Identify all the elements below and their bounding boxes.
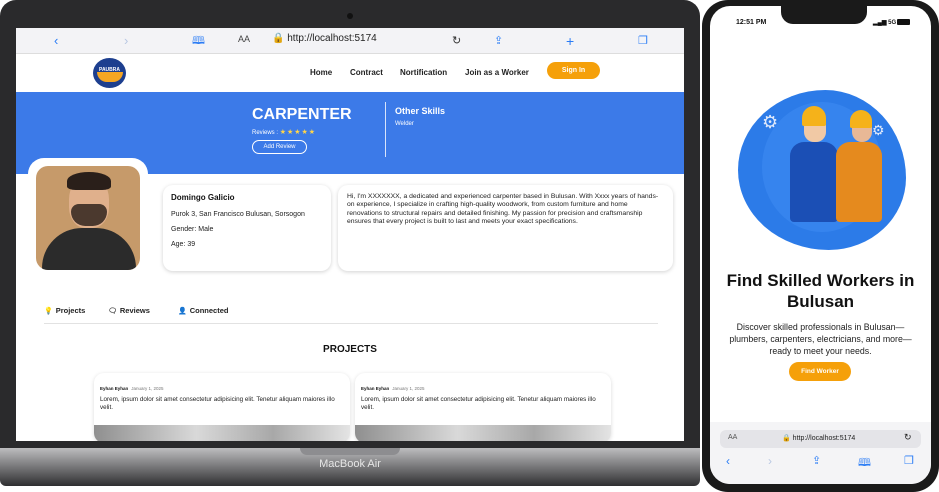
phone-url-text: http://localhost:5174 [792,435,856,442]
reload-icon[interactable]: ↻ [452,32,461,50]
address-bar[interactable]: 🔒 http://localhost:5174 [272,33,377,44]
banner-divider [385,102,386,157]
project-author-line: Eyhan Eyhan January 1, 2025 [100,386,164,391]
nav-join-worker[interactable]: Join as a Worker [465,68,529,77]
project-author-line: Eyhan Eyhan January 1, 2025 [361,386,425,391]
reload-icon[interactable]: ↻ [904,432,912,443]
logo-swoosh [97,72,123,82]
bookmarks-icon[interactable]: 🕮 [858,454,871,473]
phone-url: 🔒 http://localhost:5174 [782,435,856,442]
project-author: Eyhan Eyhan [100,386,129,391]
projects-heading: PROJECTS [323,344,377,355]
photo-beard [71,204,107,226]
url-text: http://localhost:5174 [287,33,377,44]
project-card[interactable]: Eyhan Eyhan January 1, 2025 Lorem, ipsum … [355,373,611,441]
tab-connected-label: Connected [189,306,229,315]
worker-gender: Gender: Male [171,226,214,233]
camera [347,13,353,19]
back-icon[interactable]: ‹ [726,454,730,468]
forward-icon[interactable]: › [768,454,772,468]
tab-projects[interactable]: 💡 Projects [44,306,85,315]
nav-home[interactable]: Home [310,68,332,77]
laptop-lid: ‹ › 🕮 AA 🔒 http://localhost:5174 ↻ ⇪ + ❐… [0,0,700,448]
text-size-button[interactable]: AA [728,434,737,441]
phone-screen: 12:51 PM ▂▄▆ 5G ⚙ ⚙ Find Skilled Workers… [710,6,931,484]
text-size-button[interactable]: AA [238,34,250,44]
chat-icon: 🗨 [108,308,117,315]
nav-notification[interactable]: Nortification [400,68,447,77]
worker-name: Domingo Galicio [171,193,235,202]
hard-hat-icon [802,106,826,126]
trade-title: CARPENTER [252,106,352,123]
worker-bio: Hi, I'm XXXXXXX, a dedicated and experie… [347,193,659,226]
device-mockup: ‹ › 🕮 AA 🔒 http://localhost:5174 ↻ ⇪ + ❐… [0,0,939,492]
project-card[interactable]: Eyhan Eyhan January 1, 2025 Lorem, ipsum … [94,373,350,441]
project-author: Eyhan Eyhan [361,386,390,391]
reviews-label: Reviews : [252,130,279,136]
star-rating-icon: ★★★★★ [279,129,317,136]
phone-browser-bar: AA 🔒 http://localhost:5174 ↻ ‹ › ⇪ 🕮 ❐ [710,422,931,484]
sign-in-button[interactable]: Sign In [547,62,600,79]
worker-age: Age: 39 [171,241,196,248]
gear-icon: ⚙ [762,112,779,132]
tab-connected[interactable]: 👤 Connected [178,306,228,315]
browser-toolbar: ‹ › 🕮 AA 🔒 http://localhost:5174 ↻ ⇪ + ❐ [16,28,684,54]
project-description: Lorem, ipsum dolor sit amet consectetur … [361,396,596,411]
photo-hair [67,172,111,190]
gear-icon: ⚙ [872,122,885,138]
nav-contract[interactable]: Contract [350,68,383,77]
back-icon[interactable]: ‹ [54,32,58,50]
profile-tabs: 💡 Projects 🗨 Reviews 👤 Connected [44,304,658,324]
forward-icon[interactable]: › [124,32,128,50]
other-skills-title: Other Skills [395,106,446,116]
network-type: 5G [888,20,897,26]
project-date: January 1, 2025 [131,386,164,391]
find-worker-button[interactable]: Find Worker [789,362,851,381]
worker-address: Purok 3, San Francisco Bulusan, Sorsogon [171,211,305,218]
tab-projects-label: Projects [55,306,86,315]
projects-icon: 💡 [44,308,53,315]
bio-card: Hi, I'm XXXXXXX, a dedicated and experie… [338,185,673,271]
hard-hat-icon [850,110,872,128]
site-logo[interactable]: PAUBRA [93,58,126,88]
hero-description: Discover skilled professionals in Bulusa… [729,322,912,356]
site-navbar: PAUBRA Home Contract Nortification Join … [16,54,684,92]
tabs-icon[interactable]: ❐ [638,32,648,50]
hero-heading: Find Skilled Workers in Bulusan [726,271,915,311]
reviews-rating: Reviews : ★★★★★ [252,128,316,136]
photo-shirt [42,228,136,270]
other-skill-item: Welder [395,121,414,127]
bookmarks-icon[interactable]: 🕮 [192,32,205,50]
profile-photo [36,166,140,270]
share-icon[interactable]: ⇪ [494,32,503,50]
battery-icon [897,19,910,25]
worker-figure-body [790,142,838,222]
share-icon[interactable]: ⇪ [812,454,821,467]
laptop-screen: ‹ › 🕮 AA 🔒 http://localhost:5174 ↻ ⇪ + ❐… [16,28,684,441]
tabs-icon[interactable]: ❐ [904,454,914,467]
tab-reviews[interactable]: 🗨 Reviews [108,306,150,315]
profile-info-card: Domingo Galicio Purok 3, San Francisco B… [163,185,331,271]
project-image [94,425,350,441]
signal-icon: ▂▄▆ 5G [873,20,897,26]
profile-photo-frame [28,158,148,278]
status-time: 12:51 PM [736,19,767,26]
tab-reviews-label: Reviews [119,306,150,315]
phone-address-bar[interactable]: AA 🔒 http://localhost:5174 ↻ [720,430,921,448]
phone-frame: 12:51 PM ▂▄▆ 5G ⚙ ⚙ Find Skilled Workers… [702,0,939,492]
worker-figure-body [836,142,882,222]
project-image [355,425,611,441]
phone-notch [781,6,867,24]
new-tab-icon[interactable]: + [566,32,574,50]
laptop-hinge-notch [300,448,400,455]
project-date: January 1, 2025 [392,386,425,391]
workers-illustration: ⚙ ⚙ [732,82,912,252]
user-icon: 👤 [178,308,187,315]
project-description: Lorem, ipsum dolor sit amet consectetur … [100,396,335,411]
add-review-button[interactable]: Add Review [252,140,307,154]
logo-text: PAUBRA [98,67,121,73]
laptop-model-label: MacBook Air [319,458,381,470]
